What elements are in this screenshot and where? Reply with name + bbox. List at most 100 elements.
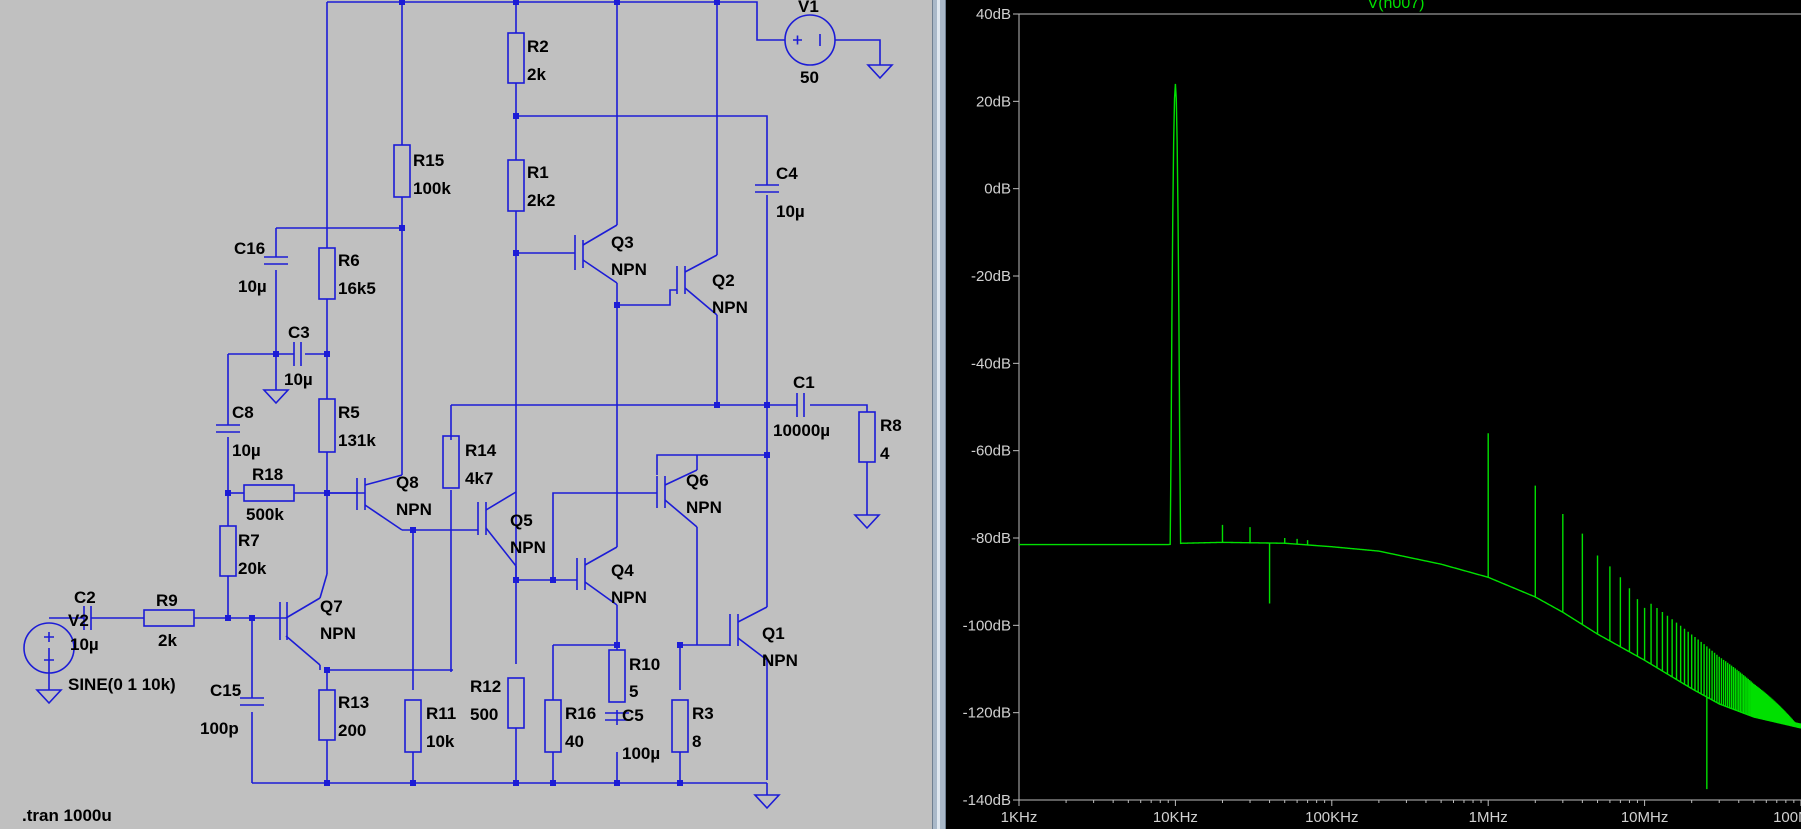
c1-body[interactable]: [796, 393, 805, 417]
c16-name: C16: [234, 239, 265, 258]
c2-name: C2: [74, 588, 96, 607]
x-tick-label: 1MHz: [1469, 809, 1508, 826]
c4-body[interactable]: [755, 184, 779, 193]
q1-body[interactable]: [729, 614, 739, 646]
q7-name: Q7: [320, 597, 343, 616]
q2-body[interactable]: [676, 266, 686, 294]
c16-body[interactable]: [264, 256, 288, 265]
waveform-viewer[interactable]: 40dB 20dB 0dB -20dB -40dB -60dB -80dB -100dB -12…: [946, 0, 1801, 829]
trace-name-label[interactable]: V(n007): [1368, 0, 1425, 12]
r7-body[interactable]: [219, 525, 237, 577]
r8-name: R8: [880, 416, 902, 435]
q6-body[interactable]: [656, 476, 666, 508]
q4-body[interactable]: [576, 558, 586, 590]
ground-icon: [853, 514, 881, 530]
y-tick-label: 40dB: [976, 6, 1011, 23]
spice-directive[interactable]: .tran 1000u: [22, 806, 112, 825]
r3-body[interactable]: [671, 699, 689, 753]
y-tick-label: -80dB: [971, 530, 1011, 547]
r3-name: R3: [692, 704, 714, 723]
ltspice-window: R2 2k R1 2k2 R15 100k R6 16k5 R5 131k R1…: [0, 0, 1801, 829]
r8-body[interactable]: [858, 411, 876, 463]
schematic-editor[interactable]: R2 2k R1 2k2 R15 100k R6 16k5 R5 131k R1…: [0, 0, 932, 829]
r11-value: 10k: [426, 732, 455, 751]
r5-body[interactable]: [318, 398, 336, 453]
fft-plot[interactable]: 40dB 20dB 0dB -20dB -40dB -60dB -80dB -100dB -12…: [946, 0, 1801, 829]
junctions: [225, 0, 770, 786]
r15-body[interactable]: [393, 144, 411, 198]
schematic-canvas[interactable]: R2 2k R1 2k2 R15 100k R6 16k5 R5 131k R1…: [0, 0, 932, 829]
y-tick-label: -20dB: [971, 268, 1011, 285]
capacitor-bodies: [83, 184, 805, 721]
x-tick-label: 10KHz: [1153, 809, 1198, 826]
r16-body[interactable]: [544, 699, 562, 753]
q5-body[interactable]: [477, 502, 487, 535]
x-tick-label: 100KHz: [1305, 809, 1358, 826]
x-tick-label: 100MHz: [1773, 809, 1801, 826]
plot-axes: 40dB 20dB 0dB -20dB -40dB -60dB -80dB -100dB -12…: [963, 6, 1801, 826]
r6-body[interactable]: [318, 247, 336, 300]
c4-value: 10µ: [776, 202, 805, 221]
q6-name: Q6: [686, 471, 709, 490]
c8-body[interactable]: [216, 424, 240, 433]
c1-name: C1: [793, 373, 815, 392]
r9-value: 2k: [158, 631, 177, 650]
q2-type: NPN: [712, 298, 748, 317]
v1-source[interactable]: [784, 14, 836, 66]
r11-name: R11: [426, 704, 456, 723]
y-tick-label: 20dB: [976, 93, 1011, 110]
r18-body[interactable]: [243, 484, 295, 502]
q1-name: Q1: [762, 624, 785, 643]
ground-icon: [262, 389, 290, 405]
c3-value: 10µ: [284, 370, 313, 389]
c8-name: C8: [232, 403, 254, 422]
ground-icon: [866, 64, 894, 80]
r15-value: 100k: [413, 179, 451, 198]
trace-v-n007[interactable]: [1019, 83, 1801, 790]
q3-body[interactable]: [574, 235, 584, 270]
r14-name: R14: [465, 441, 497, 460]
r16-name: R16: [565, 704, 596, 723]
q6-type: NPN: [686, 498, 722, 517]
q1-type: NPN: [762, 651, 798, 670]
plot-frame: [1018, 13, 1801, 801]
r1-body[interactable]: [507, 159, 525, 212]
y-tick-label: -140dB: [963, 792, 1011, 809]
c15-body[interactable]: [240, 697, 264, 706]
q8-body[interactable]: [356, 478, 366, 510]
q7-body[interactable]: [279, 602, 288, 640]
r14-body[interactable]: [442, 435, 460, 489]
c15-value: 100p: [200, 719, 239, 738]
y-tick-label: -100dB: [963, 617, 1011, 634]
r5-value: 131k: [338, 431, 376, 450]
ground-icon: [35, 689, 63, 705]
c4-name: C4: [776, 164, 798, 183]
c8-value: 10µ: [232, 441, 261, 460]
y-tick-label: -40dB: [971, 355, 1011, 372]
r10-body[interactable]: [608, 649, 626, 703]
r14-value: 4k7: [465, 469, 493, 488]
q7-type: NPN: [320, 624, 356, 643]
pane-splitter[interactable]: [932, 0, 946, 829]
r9-name: R9: [156, 591, 178, 610]
r9-body[interactable]: [143, 609, 195, 627]
r2-body[interactable]: [507, 32, 525, 84]
r13-body[interactable]: [318, 689, 336, 741]
q4-name: Q4: [611, 561, 634, 580]
c5-value: 100µ: [622, 744, 660, 763]
q3-type: NPN: [611, 260, 647, 279]
c15-name: C15: [210, 681, 241, 700]
r18-name: R18: [252, 465, 283, 484]
r1-name: R1: [527, 163, 549, 182]
r6-value: 16k5: [338, 279, 376, 298]
r10-name: R10: [629, 655, 660, 674]
resistor-bodies: [143, 32, 876, 753]
r15-name: R15: [413, 151, 444, 170]
r8-value: 4: [880, 444, 890, 463]
c3-body[interactable]: [293, 342, 302, 366]
r11-body[interactable]: [404, 699, 422, 753]
r12-body[interactable]: [507, 677, 525, 729]
q8-name: Q8: [396, 473, 419, 492]
c5-name: C5: [622, 706, 644, 725]
r13-name: R13: [338, 693, 369, 712]
